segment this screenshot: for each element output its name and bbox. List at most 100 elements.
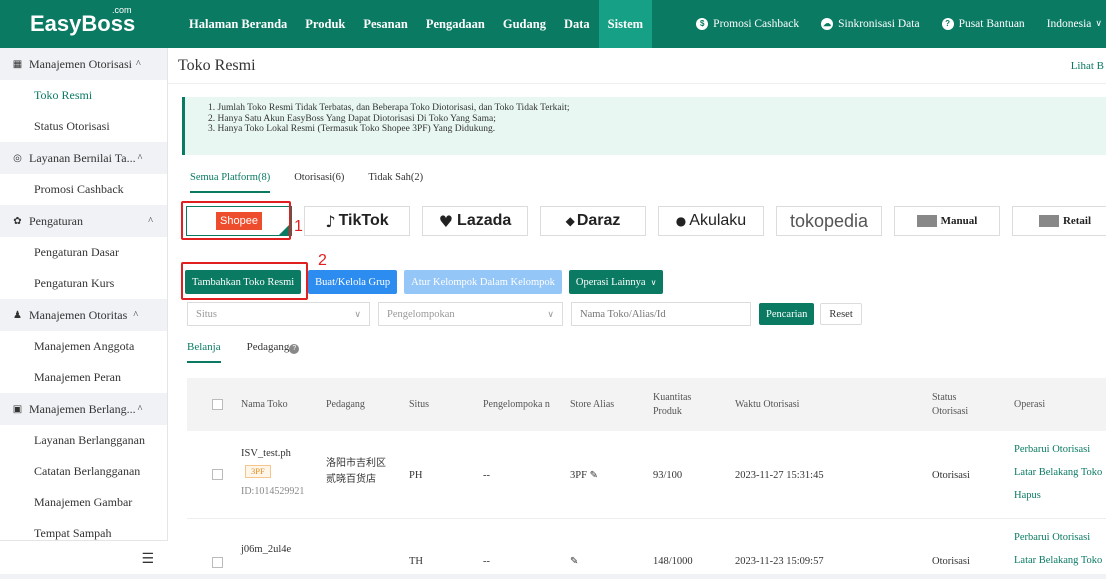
edit-pencil-icon[interactable]: ✎	[570, 556, 578, 567]
tab-pedagang[interactable]: Pedagang?	[247, 341, 300, 363]
language-selector[interactable]: Indonesia ∨	[1047, 18, 1102, 30]
platform-tiktok[interactable]: ♪ TikTok	[304, 206, 410, 236]
easyboss-logo[interactable]: EasyBoss .com	[0, 5, 168, 37]
site-value: PH	[409, 470, 423, 481]
sidebar-group-value-services[interactable]: ◎ Layanan Bernilai Ta... ^	[0, 142, 167, 174]
group-value: --	[483, 556, 490, 567]
col-kuantitas-produk: Kuantitas Produk	[653, 391, 692, 417]
sidebar-item-catatan-berlangganan[interactable]: Catatan Berlangganan	[0, 456, 167, 487]
store-name: ISV_test.ph	[241, 448, 291, 459]
auth-time: 2023-11-23 15:09:57	[735, 556, 824, 567]
annotation-box-1	[181, 201, 291, 240]
nav-item-pesanan[interactable]: Pesanan	[354, 0, 416, 48]
page-title: Toko Resmi	[178, 56, 256, 74]
chevron-down-icon: ∨	[650, 277, 657, 287]
subscription-icon: ▣	[12, 403, 23, 415]
sidebar-item-manajemen-gambar[interactable]: Manajemen Gambar	[0, 487, 167, 518]
sidebar-group-authorization[interactable]: ▦ Manajemen Otorisasi ^	[0, 48, 167, 80]
sidebar-item-pengaturan-kurs[interactable]: Pengaturan Kurs	[0, 268, 167, 299]
col-waktu-otorisasi: Waktu Otorisasi	[735, 398, 800, 410]
lazada-heart-icon: ♥	[438, 211, 454, 231]
top-navigation-bar: EasyBoss .com Halaman Beranda Produk Pesa…	[0, 0, 1106, 48]
sidebar-item-layanan-berlangganan[interactable]: Layanan Berlangganan	[0, 425, 167, 456]
sidebar-item-status-otorisasi[interactable]: Status Otorisasi	[0, 111, 167, 142]
platform-label: Manual	[940, 215, 978, 227]
annotation-label-1: 1	[294, 218, 303, 235]
nav-item-beranda[interactable]: Halaman Beranda	[180, 0, 296, 48]
sidebar-footer: ☰	[0, 540, 168, 574]
select-all-checkbox[interactable]	[212, 378, 223, 431]
value-service-icon: ◎	[13, 152, 22, 164]
help-icon[interactable]: ?	[289, 344, 300, 354]
row-checkbox[interactable]	[212, 469, 223, 485]
manage-group-button[interactable]: Buat/Kelola Grup	[308, 270, 398, 294]
sidebar-item-manajemen-peran[interactable]: Manajemen Peran	[0, 362, 167, 393]
sidebar-group-label: Manajemen Otorisasi	[29, 56, 132, 71]
row-checkbox[interactable]	[212, 557, 223, 573]
sync-data-link[interactable]: ☁ Sinkronisasi Data	[821, 18, 920, 30]
help-label: Pusat Bantuan	[958, 18, 1025, 30]
tab-unauthorized[interactable]: Tidak Sah(2)	[368, 172, 423, 193]
renew-authorization-link[interactable]: Perbarui Otorisasi	[1014, 443, 1102, 457]
help-center-link[interactable]: ? Pusat Bantuan	[941, 18, 1025, 30]
reset-button[interactable]: Reset	[820, 303, 862, 325]
site-value: TH	[409, 556, 423, 567]
product-quantity: 93/100	[653, 470, 683, 481]
store-alias[interactable]: 3PF ✎	[570, 469, 598, 483]
nav-item-pengadaan[interactable]: Pengadaan	[417, 0, 494, 48]
tab-authorized[interactable]: Otorisasi(6)	[294, 172, 344, 193]
tag-label: 3PF	[245, 465, 271, 478]
notice-box: 1. Jumlah Toko Resmi Tidak Terbatas, dan…	[182, 97, 1106, 155]
sidebar-item-manajemen-anggota[interactable]: Manajemen Anggota	[0, 331, 167, 362]
site-select[interactable]: Situs ∨	[187, 302, 370, 326]
cashback-icon: $	[696, 18, 709, 30]
auth-status: Otorisasi	[932, 470, 970, 481]
more-operations-button[interactable]: Operasi Lainnya ∨	[568, 270, 664, 294]
sidebar-item-toko-resmi[interactable]: Toko Resmi	[0, 80, 167, 111]
edit-pencil-icon[interactable]: ✎	[590, 470, 598, 481]
store-backend-link[interactable]: Latar Belakang Toko	[1014, 466, 1102, 480]
platform-label: Daraz	[576, 212, 621, 229]
renew-authorization-link[interactable]: Perbarui Otorisasi	[1014, 531, 1102, 545]
store-backend-link[interactable]: Latar Belakang Toko	[1014, 554, 1102, 568]
chevron-up-icon: ^	[135, 58, 141, 70]
checkbox-box	[212, 399, 223, 410]
tab-belanja[interactable]: Belanja	[187, 341, 221, 363]
platform-manual[interactable]: Manual	[894, 206, 1000, 236]
akulaku-icon: ●	[675, 214, 687, 228]
platform-lazada[interactable]: ♥ Lazada	[422, 206, 528, 236]
sidebar-item-pengaturan-dasar[interactable]: Pengaturan Dasar	[0, 237, 167, 268]
platform-selector: Shopee ♪ TikTok ♥ Lazada ◆ Daraz ● Akulaku t…	[186, 206, 1106, 236]
filter-bar: Situs ∨ Pengelompokan ∨ Pencarian Reset	[187, 302, 862, 326]
grouping-select[interactable]: Pengelompokan ∨	[378, 302, 563, 326]
sidebar: ▦ Manajemen Otorisasi ^ Toko Resmi Status …	[0, 48, 168, 574]
nav-item-data[interactable]: Data	[555, 0, 599, 48]
store-alias[interactable]: ✎	[570, 555, 578, 569]
platform-tokopedia[interactable]: tokopedia	[776, 206, 882, 236]
sidebar-group-permissions[interactable]: ♟ Manajemen Otoritas ^	[0, 299, 167, 331]
platform-akulaku[interactable]: ● Akulaku	[658, 206, 764, 236]
nav-item-produk[interactable]: Produk	[296, 0, 354, 48]
platform-retail[interactable]: Retail	[1012, 206, 1106, 236]
question-icon: ?	[941, 18, 954, 30]
delete-link[interactable]: Hapus	[1014, 489, 1102, 503]
nav-item-sistem[interactable]: Sistem	[598, 0, 653, 48]
sidebar-item-promosi-cashback[interactable]: Promosi Cashback	[0, 174, 167, 205]
search-button[interactable]: Pencarian	[759, 303, 815, 325]
promo-cashback-link[interactable]: $ Promosi Cashback	[696, 18, 799, 30]
view-link[interactable]: Lihat B	[1071, 60, 1104, 72]
collapse-menu-icon[interactable]: ☰	[141, 551, 154, 567]
platform-label: Retail	[1062, 215, 1092, 227]
nav-item-gudang[interactable]: Gudang	[494, 0, 555, 48]
sidebar-group-subscription[interactable]: ▣ Manajemen Berlang... ^	[0, 393, 167, 425]
tiktok-icon: ♪	[325, 211, 336, 231]
platform-daraz[interactable]: ◆ Daraz	[540, 206, 646, 236]
col-pengelompokan: Pengelompoka n	[483, 398, 550, 410]
platform-status-tabs: Semua Platform(8) Otorisasi(6) Tidak Sah…	[190, 172, 447, 193]
sidebar-group-settings[interactable]: ✿ Pengaturan ^	[0, 205, 167, 237]
auth-time: 2023-11-27 15:31:45	[735, 470, 824, 481]
tab-all-platforms[interactable]: Semua Platform(8)	[190, 172, 271, 193]
assign-group-button[interactable]: Atur Kelompok Dalam Kelompok	[404, 270, 562, 294]
store-search-input[interactable]	[571, 302, 751, 326]
store-front-icon	[916, 215, 937, 227]
